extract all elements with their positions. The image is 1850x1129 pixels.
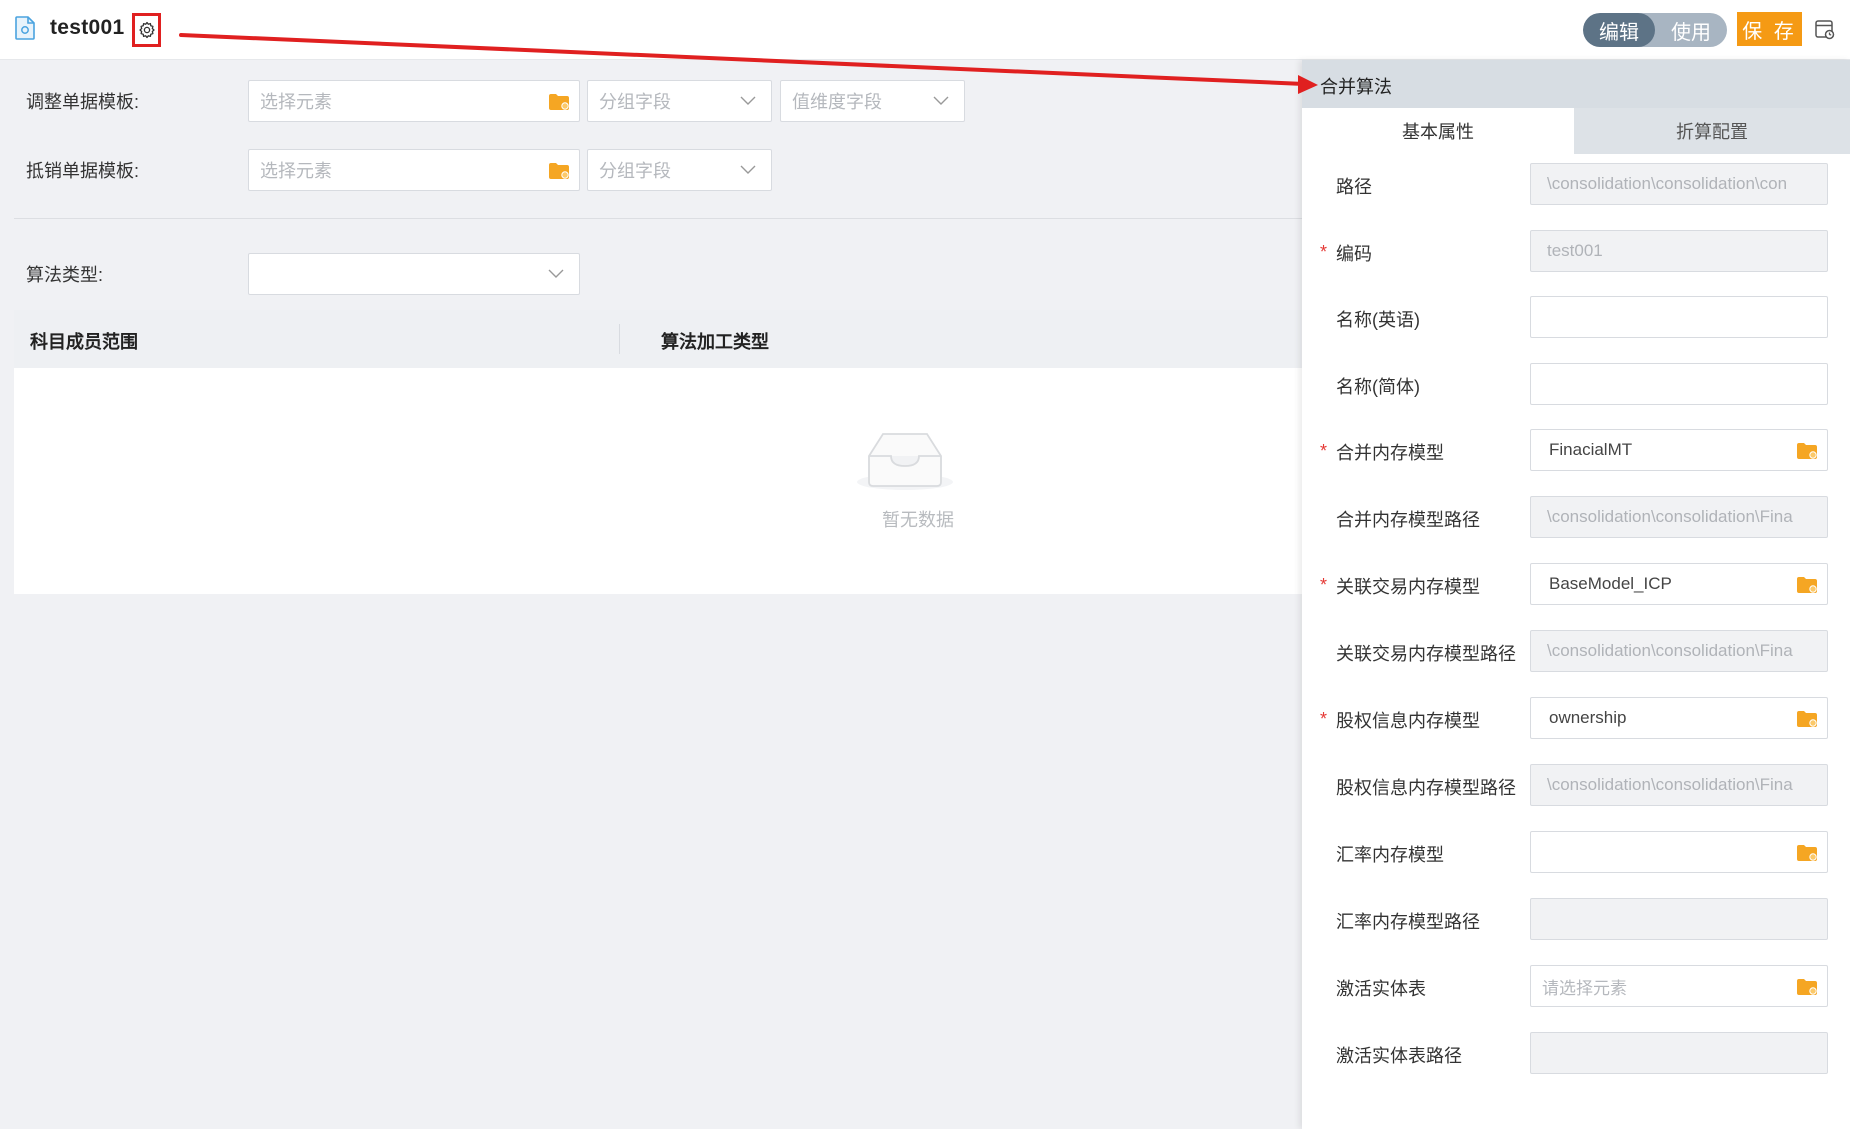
icp-model-value: BaseModel_ICP bbox=[1549, 574, 1672, 593]
offset-template-placeholder: 选择元素 bbox=[260, 161, 332, 181]
properties-panel: 合并算法 基本属性 折算配置 路径 \consolidation\consoli… bbox=[1302, 60, 1850, 1129]
save-button[interactable]: 保 存 bbox=[1737, 12, 1802, 46]
required-mark: * bbox=[1320, 575, 1328, 595]
ownership-model-input[interactable]: ownership bbox=[1530, 697, 1828, 739]
folder-icon[interactable] bbox=[1797, 443, 1817, 459]
field-label-rate-model: 汇率内存模型 bbox=[1336, 845, 1444, 865]
tab-basic-properties[interactable]: 基本属性 bbox=[1302, 108, 1574, 154]
table-body bbox=[14, 368, 1304, 594]
consolidation-model-path-value: \consolidation\consolidation\Fina bbox=[1547, 507, 1793, 526]
path-value: \consolidation\consolidation\con bbox=[1547, 174, 1788, 193]
tab-translation-config[interactable]: 折算配置 bbox=[1574, 108, 1850, 154]
chevron-down-icon bbox=[548, 269, 564, 278]
mode-edit-option[interactable]: 编辑 bbox=[1583, 13, 1655, 47]
active-entity-table-path-input bbox=[1530, 1032, 1828, 1074]
table-header: 科目成员范围 算法加工类型 bbox=[14, 310, 1304, 368]
page-title: test001 bbox=[50, 16, 125, 39]
algorithm-type-select[interactable] bbox=[248, 253, 580, 295]
field-label-consolidation-model-path: 合并内存模型路径 bbox=[1336, 510, 1480, 530]
document-icon bbox=[15, 16, 35, 40]
icp-model-path-input: \consolidation\consolidation\Fina bbox=[1530, 630, 1828, 672]
empty-inbox-icon bbox=[857, 433, 953, 490]
adjust-template-label: 调整单据模板: bbox=[26, 92, 140, 112]
ownership-model-path-input: \consolidation\consolidation\Fina bbox=[1530, 764, 1828, 806]
top-bar: test001 编辑 使用 保 存 bbox=[0, 0, 1850, 60]
field-label-active-entity-table: 激活实体表 bbox=[1336, 979, 1426, 999]
offset-template-select-input[interactable]: 选择元素 bbox=[248, 149, 580, 191]
field-label-ownership-model: 股权信息内存模型 bbox=[1336, 711, 1480, 731]
offset-group-placeholder: 分组字段 bbox=[599, 161, 671, 181]
consolidation-model-value: FinacialMT bbox=[1549, 440, 1633, 459]
ownership-model-path-value: \consolidation\consolidation\Fina bbox=[1547, 775, 1793, 794]
panel-title: 合并算法 bbox=[1320, 77, 1392, 97]
folder-icon[interactable] bbox=[1797, 711, 1817, 727]
field-label-name-zh: 名称(简体) bbox=[1336, 377, 1420, 397]
adjust-value-placeholder: 值维度字段 bbox=[792, 92, 882, 112]
column-header-process-type: 算法加工类型 bbox=[661, 332, 769, 352]
column-header-account-range: 科目成员范围 bbox=[30, 332, 138, 352]
mode-toggle[interactable]: 编辑 使用 bbox=[1583, 13, 1727, 47]
code-input: test001 bbox=[1530, 230, 1828, 272]
field-label-consolidation-model: 合并内存模型 bbox=[1336, 443, 1444, 463]
column-separator bbox=[619, 324, 620, 354]
folder-icon[interactable] bbox=[1797, 577, 1817, 593]
name-en-input[interactable] bbox=[1530, 296, 1828, 338]
required-mark: * bbox=[1320, 441, 1328, 461]
settings-button[interactable] bbox=[132, 13, 161, 47]
layout-icon[interactable] bbox=[1814, 19, 1836, 41]
panel-header: 合并算法 bbox=[1302, 60, 1850, 108]
mode-use-option[interactable]: 使用 bbox=[1655, 13, 1727, 47]
field-label-code: 编码 bbox=[1336, 244, 1372, 264]
field-label-icp-model-path: 关联交易内存模型路径 bbox=[1336, 644, 1516, 664]
algorithm-type-label: 算法类型: bbox=[26, 265, 104, 285]
chevron-down-icon bbox=[933, 96, 949, 105]
adjust-group-field-select[interactable]: 分组字段 bbox=[587, 80, 772, 122]
name-zh-input[interactable] bbox=[1530, 363, 1828, 405]
folder-icon[interactable] bbox=[1797, 979, 1817, 995]
offset-template-label: 抵销单据模板: bbox=[26, 161, 140, 181]
empty-state-text: 暂无数据 bbox=[882, 510, 954, 530]
field-label-active-entity-table-path: 激活实体表路径 bbox=[1336, 1046, 1462, 1066]
active-entity-table-input[interactable]: 请选择元素 bbox=[1530, 965, 1828, 1007]
rate-model-path-input bbox=[1530, 898, 1828, 940]
panel-tabs: 基本属性 折算配置 bbox=[1302, 108, 1850, 154]
chevron-down-icon bbox=[740, 96, 756, 105]
adjust-template-placeholder: 选择元素 bbox=[260, 92, 332, 112]
folder-icon[interactable] bbox=[549, 163, 569, 179]
field-label-path: 路径 bbox=[1336, 177, 1372, 197]
icp-model-input[interactable]: BaseModel_ICP bbox=[1530, 563, 1828, 605]
adjust-group-placeholder: 分组字段 bbox=[599, 92, 671, 112]
field-label-name-en: 名称(英语) bbox=[1336, 310, 1420, 330]
offset-group-field-select[interactable]: 分组字段 bbox=[587, 149, 772, 191]
field-label-icp-model: 关联交易内存模型 bbox=[1336, 577, 1480, 597]
chevron-down-icon bbox=[740, 165, 756, 174]
ownership-model-value: ownership bbox=[1549, 708, 1627, 727]
path-input: \consolidation\consolidation\con bbox=[1530, 163, 1828, 205]
folder-icon[interactable] bbox=[549, 94, 569, 110]
adjust-value-dimension-select[interactable]: 值维度字段 bbox=[780, 80, 965, 122]
field-label-ownership-model-path: 股权信息内存模型路径 bbox=[1336, 778, 1516, 798]
gear-icon bbox=[138, 21, 155, 39]
code-value: test001 bbox=[1547, 241, 1603, 260]
folder-icon[interactable] bbox=[1797, 845, 1817, 861]
required-mark: * bbox=[1320, 709, 1328, 729]
rate-model-input[interactable] bbox=[1530, 831, 1828, 873]
consolidation-model-input[interactable]: FinacialMT bbox=[1530, 429, 1828, 471]
form-divider bbox=[14, 218, 1304, 219]
icp-model-path-value: \consolidation\consolidation\Fina bbox=[1547, 641, 1793, 660]
consolidation-model-path-input: \consolidation\consolidation\Fina bbox=[1530, 496, 1828, 538]
field-label-rate-model-path: 汇率内存模型路径 bbox=[1336, 912, 1480, 932]
required-mark: * bbox=[1320, 242, 1328, 262]
adjust-template-select-input[interactable]: 选择元素 bbox=[248, 80, 580, 122]
active-entity-table-placeholder: 请选择元素 bbox=[1542, 978, 1627, 998]
